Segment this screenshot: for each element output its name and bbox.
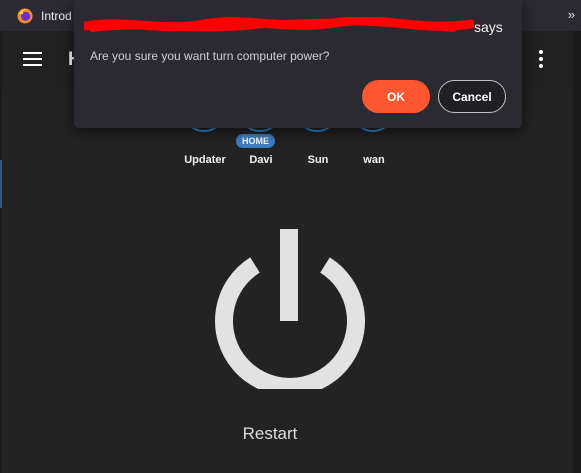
dialog-message: Are you sure you want turn computer powe… — [90, 49, 330, 63]
power-icon — [215, 229, 365, 396]
ok-button[interactable]: OK — [362, 80, 430, 113]
restart-label: Restart — [242, 424, 298, 443]
confirm-dialog: says Are you sure you want turn computer… — [74, 0, 522, 128]
power-button[interactable] — [213, 229, 365, 396]
device-label: wan — [363, 154, 385, 166]
more-options-icon[interactable] — [539, 50, 543, 68]
cancel-button[interactable]: Cancel — [438, 80, 506, 113]
firefox-icon — [17, 8, 33, 24]
window-left-accent — [0, 160, 2, 208]
home-badge: HOME — [236, 134, 275, 148]
dialog-title: says — [474, 19, 503, 35]
tab-title: Introd — [41, 8, 72, 23]
window-right-edge — [573, 31, 581, 473]
menu-icon[interactable] — [23, 52, 42, 66]
tab-overflow-icon[interactable]: » — [568, 7, 575, 22]
window-left-edge — [0, 31, 2, 473]
redacted-origin — [84, 17, 474, 32]
